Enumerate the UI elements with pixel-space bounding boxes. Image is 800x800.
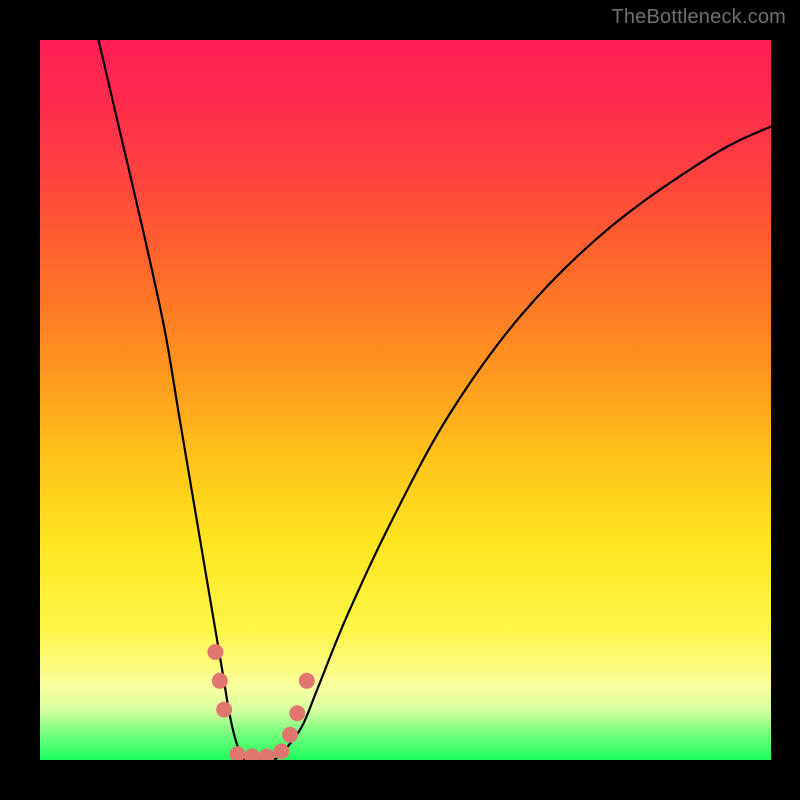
- highlight-dot: [289, 705, 305, 721]
- highlight-dot: [229, 746, 245, 760]
- plot-area: [40, 40, 771, 760]
- highlight-dot: [216, 702, 232, 718]
- highlight-dot: [212, 673, 228, 689]
- highlight-dot: [244, 748, 260, 760]
- highlight-dot: [207, 644, 223, 660]
- highlight-dot: [273, 743, 289, 759]
- chart-frame: TheBottleneck.com: [0, 0, 800, 800]
- bottleneck-curve: [40, 40, 771, 760]
- highlight-dot: [299, 673, 315, 689]
- highlight-dot: [282, 727, 298, 743]
- highlight-dot: [259, 748, 275, 760]
- watermark-text: TheBottleneck.com: [611, 6, 786, 29]
